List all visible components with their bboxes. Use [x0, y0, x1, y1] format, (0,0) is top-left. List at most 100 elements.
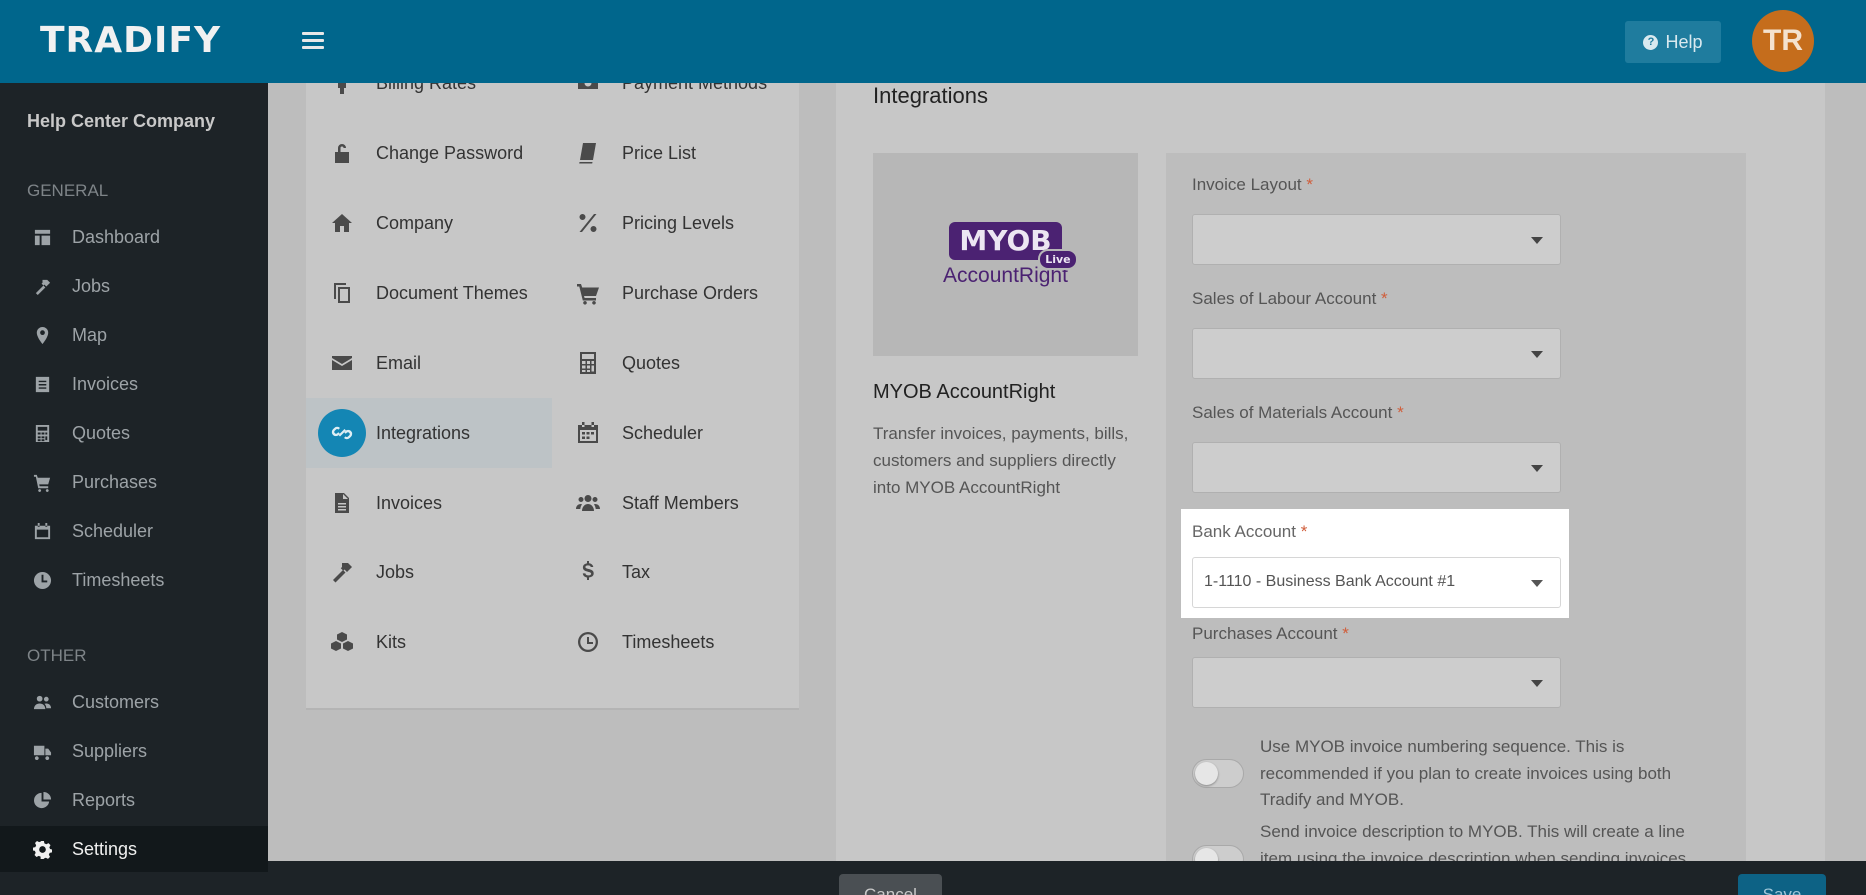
cubes-icon — [318, 618, 366, 666]
integration-card: Integrations MYOB Live AccountRight MYOB… — [836, 83, 1825, 874]
hamburger-menu-icon[interactable] — [302, 32, 326, 52]
file-icon — [318, 479, 366, 527]
purchases-account-select[interactable] — [1192, 657, 1561, 708]
menu-item-label: Price List — [622, 142, 697, 163]
menu-item-label: Pricing Levels — [622, 212, 735, 233]
sales-labour-select[interactable] — [1192, 328, 1561, 379]
sidebar-item-scheduler[interactable]: Scheduler — [0, 508, 268, 554]
menu-item-jobs[interactable]: Jobs — [318, 537, 513, 607]
invoice-numbering-text: Use MYOB invoice numbering sequence. Thi… — [1260, 737, 1672, 809]
menu-item-quotes[interactable]: Quotes — [564, 328, 764, 398]
sidebar-item-label: Reports — [72, 789, 136, 810]
chevron-down-icon — [1531, 351, 1543, 358]
sales-materials-label: Sales of Materials Account * — [1192, 403, 1404, 422]
select-value: 1-1110 - Business Bank Account #1 — [1204, 573, 1456, 590]
integration-description: Transfer invoices, payments, bills, cust… — [873, 424, 1129, 497]
menu-item-label: Email — [376, 352, 422, 373]
menu-item-label: Document Themes — [376, 282, 528, 303]
question-circle-icon: ? — [1643, 34, 1659, 50]
sidebar-item-label: Settings — [72, 838, 138, 859]
menu-item-label: Company — [376, 212, 454, 233]
chevron-down-icon — [1531, 237, 1543, 244]
sidebar-item-invoices[interactable]: Invoices — [0, 361, 268, 407]
map-pin-icon — [31, 326, 53, 345]
clock-icon — [564, 618, 612, 666]
myob-logo-badge: MYOB Live — [949, 221, 1078, 270]
hammer-icon — [31, 277, 53, 296]
chevron-down-icon — [1531, 580, 1543, 587]
help-button[interactable]: ? Help — [1625, 21, 1721, 63]
menu-item-label: Purchase Orders — [622, 282, 759, 303]
menu-item-pricing-levels[interactable]: Pricing Levels — [564, 188, 764, 258]
link-icon — [318, 409, 366, 457]
dashboard-icon — [31, 228, 53, 247]
menu-item-tax[interactable]: Tax — [564, 537, 764, 607]
percent-icon — [564, 199, 612, 247]
sidebar-item-jobs[interactable]: Jobs — [0, 263, 268, 309]
sales-labour-label: Sales of Labour Account * — [1192, 289, 1388, 308]
sidebar-item-purchases[interactable]: Purchases — [0, 459, 268, 505]
menu-item-price-list[interactable]: Price List — [564, 118, 764, 188]
users-icon — [564, 479, 612, 527]
myob-logo-text: MYOB — [959, 223, 1052, 257]
company-name: Help Center Company — [27, 111, 216, 131]
bank-account-select[interactable]: 1-1110 - Business Bank Account #1 — [1192, 557, 1561, 608]
sidebar-item-label: Scheduler — [72, 520, 154, 541]
calendar-icon — [31, 522, 53, 541]
sidebar-item-label: Purchases — [72, 471, 158, 492]
invoice-layout-select[interactable] — [1192, 214, 1561, 265]
cart-icon — [31, 473, 53, 492]
menu-item-integrations[interactable]: Integrations — [306, 398, 552, 468]
sidebar-item-label: Map — [72, 324, 108, 345]
menu-item-staff-members[interactable]: Staff Members — [564, 468, 774, 538]
document-icon — [31, 375, 53, 394]
menu-item-purchase-orders[interactable]: Purchase Orders — [564, 258, 784, 328]
sidebar-item-reports[interactable]: Reports — [0, 777, 268, 823]
menu-item-document-themes[interactable]: Document Themes — [318, 258, 553, 328]
menu-item-change-password[interactable]: Change Password — [318, 118, 543, 188]
tradify-logo[interactable]: TRADIFY — [40, 20, 221, 61]
sales-materials-select[interactable] — [1192, 442, 1561, 493]
menu-item-email[interactable]: Email — [318, 328, 513, 398]
menu-item-label: Integrations — [376, 422, 471, 443]
menu-item-label: Timesheets — [622, 631, 715, 652]
menu-item-company[interactable]: Company — [318, 188, 513, 258]
user-avatar[interactable]: TR — [1752, 10, 1814, 72]
settings-menu: Billing Rates Change Password Company Do… — [306, 73, 799, 710]
menu-item-label: Scheduler — [622, 422, 704, 443]
menu-item-label: Invoices — [376, 492, 443, 513]
menu-item-label: Jobs — [376, 561, 415, 582]
help-button-label: Help — [1665, 31, 1703, 52]
unlock-icon — [318, 129, 366, 177]
sidebar-item-timesheets[interactable]: Timesheets — [0, 557, 268, 603]
pie-chart-icon — [31, 791, 53, 810]
sidebar-item-label: Customers — [72, 691, 160, 712]
myob-live-badge: Live — [1038, 248, 1078, 270]
calculator-icon — [31, 424, 53, 443]
clock-icon — [31, 571, 53, 590]
save-button[interactable]: Save — [1738, 874, 1826, 895]
copy-icon — [318, 269, 366, 317]
invoice-numbering-toggle[interactable] — [1192, 759, 1244, 788]
sidebar-item-suppliers[interactable]: Suppliers — [0, 728, 268, 774]
menu-item-scheduler[interactable]: Scheduler — [564, 398, 764, 468]
book-icon — [564, 129, 612, 177]
toggle-knob — [1195, 762, 1218, 785]
integration-name: MYOB AccountRight — [873, 381, 1056, 403]
sidebar-item-map[interactable]: Map — [0, 312, 268, 358]
menu-item-kits[interactable]: Kits — [318, 607, 513, 677]
cart-icon — [564, 269, 612, 317]
sidebar-item-dashboard[interactable]: Dashboard — [0, 214, 268, 260]
sidebar-item-label: Quotes — [72, 422, 131, 443]
sidebar-item-label: Dashboard — [72, 226, 161, 247]
cancel-button[interactable]: Cancel — [839, 874, 942, 895]
users-icon — [31, 693, 53, 712]
calculator-icon — [564, 339, 612, 387]
menu-item-label: Change Password — [376, 142, 524, 163]
sidebar-item-quotes[interactable]: Quotes — [0, 410, 268, 456]
sidebar-item-customers[interactable]: Customers — [0, 679, 268, 725]
sidebar-item-settings[interactable]: Settings — [0, 826, 268, 872]
menu-item-invoices[interactable]: Invoices — [318, 468, 513, 538]
menu-item-timesheets[interactable]: Timesheets — [564, 607, 764, 677]
dollar-icon — [564, 548, 612, 596]
